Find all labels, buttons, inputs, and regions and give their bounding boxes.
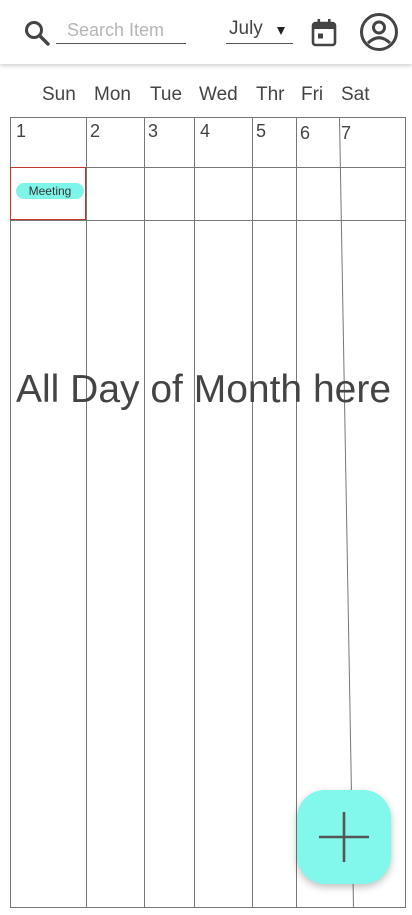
plus-icon: [319, 812, 369, 862]
search-input[interactable]: [56, 18, 186, 44]
month-selected-label: July: [229, 18, 263, 39]
calendar-screen: July Sun Mon Tue Wed Thr Fri Sat: [0, 0, 412, 915]
day-number: 7: [341, 123, 352, 143]
weekday-fri: Fri: [301, 84, 324, 105]
day-number: 1: [16, 121, 27, 141]
month-placeholder-text: All Day of Month here: [16, 368, 392, 411]
weekday-thr: Thr: [256, 84, 285, 105]
search-icon[interactable]: [23, 19, 51, 47]
day-number: 4: [200, 121, 211, 141]
day-number: 5: [256, 121, 267, 141]
weekday-tue: Tue: [150, 84, 183, 105]
day-number: 6: [300, 123, 311, 143]
calendar-icon[interactable]: [310, 18, 338, 48]
weekday-wed: Wed: [199, 84, 238, 105]
add-event-button[interactable]: [297, 790, 391, 884]
weekday-sun: Sun: [42, 84, 76, 105]
account-circle-icon[interactable]: [359, 12, 399, 52]
day-number: 3: [148, 121, 159, 141]
weekday-mon: Mon: [94, 84, 131, 105]
day-number: 2: [90, 121, 101, 141]
month-dropdown[interactable]: July: [226, 18, 293, 44]
dropdown-caret-icon: [277, 27, 285, 35]
event-chip-meeting[interactable]: Meeting: [16, 183, 84, 199]
top-bar: July: [0, 0, 412, 64]
weekday-sat: Sat: [341, 84, 370, 105]
